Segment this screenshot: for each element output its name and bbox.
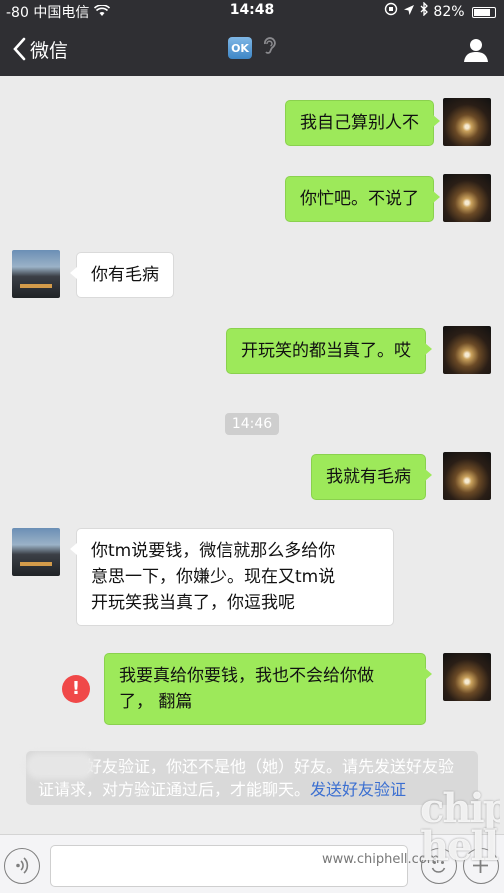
rotation-lock-icon: [384, 2, 402, 20]
message-line: 意思一下，你嫌少。现在又tm说: [91, 567, 336, 587]
my-avatar[interactable]: [443, 98, 491, 146]
contact-avatar[interactable]: [12, 528, 60, 576]
message-line: 开玩笑我当真了，你逗我呢: [91, 593, 295, 613]
chat-title: OK: [0, 36, 504, 60]
my-avatar[interactable]: [443, 653, 491, 701]
battery-icon: [472, 6, 496, 18]
ok-emoji-icon: OK: [228, 37, 252, 59]
message-bubble-sent[interactable]: 我就有毛病: [311, 454, 432, 500]
status-bar: -80 中国电信 14:48 82%: [0, 0, 504, 22]
location-icon: [403, 4, 419, 20]
watermark-logo: chip hell: [420, 790, 500, 870]
chat-info-button[interactable]: [462, 36, 490, 64]
message-bubble-received[interactable]: 你tm说要钱，微信就那么多给你 意思一下，你嫌少。现在又tm说 开玩笑我当真了，…: [70, 528, 394, 626]
bluetooth-icon: [419, 1, 433, 20]
my-avatar[interactable]: [443, 452, 491, 500]
contact-avatar[interactable]: [12, 250, 60, 298]
chat-area[interactable]: 我自己算别人不 你忙吧。不说了 你有毛病 开玩笑的都当真了。哎 14:46 我就…: [0, 76, 504, 834]
message-line: 了， 翻篇: [119, 692, 193, 712]
message-bubble-sent[interactable]: 我自己算别人不: [285, 100, 440, 146]
my-avatar[interactable]: [443, 174, 491, 222]
top-bar: -80 中国电信 14:48 82% 微信 OK: [0, 0, 504, 76]
message-bubble-received[interactable]: 你有毛病: [70, 252, 174, 298]
message-bubble-sent[interactable]: 开玩笑的都当真了。哎: [226, 328, 432, 374]
voice-icon: [16, 857, 29, 874]
blurred-name: [26, 753, 94, 779]
friend-verification-notice: 开启了好友验证，你还不是他（她）好友。请先发送好友验证请求，对方验证通过后，才能…: [26, 751, 478, 805]
send-failed-icon[interactable]: !: [62, 675, 90, 703]
voice-input-button[interactable]: [4, 848, 40, 884]
message-line: 我要真给你要钱，我也不会给你做: [119, 666, 374, 686]
battery-percent: 82%: [433, 4, 465, 20]
timestamp-chip: 14:46: [225, 413, 279, 435]
message-bubble-sent[interactable]: 我要真给你要钱，我也不会给你做 了， 翻篇: [104, 653, 432, 725]
message-bubble-sent[interactable]: 你忙吧。不说了: [285, 176, 440, 222]
ear-icon: [262, 36, 276, 60]
message-line: 你tm说要钱，微信就那么多给你: [91, 541, 336, 561]
navigation-bar: 微信 OK: [0, 22, 504, 76]
my-avatar[interactable]: [443, 326, 491, 374]
send-verification-link[interactable]: 发送好友验证: [310, 780, 406, 799]
person-icon: [464, 39, 488, 62]
